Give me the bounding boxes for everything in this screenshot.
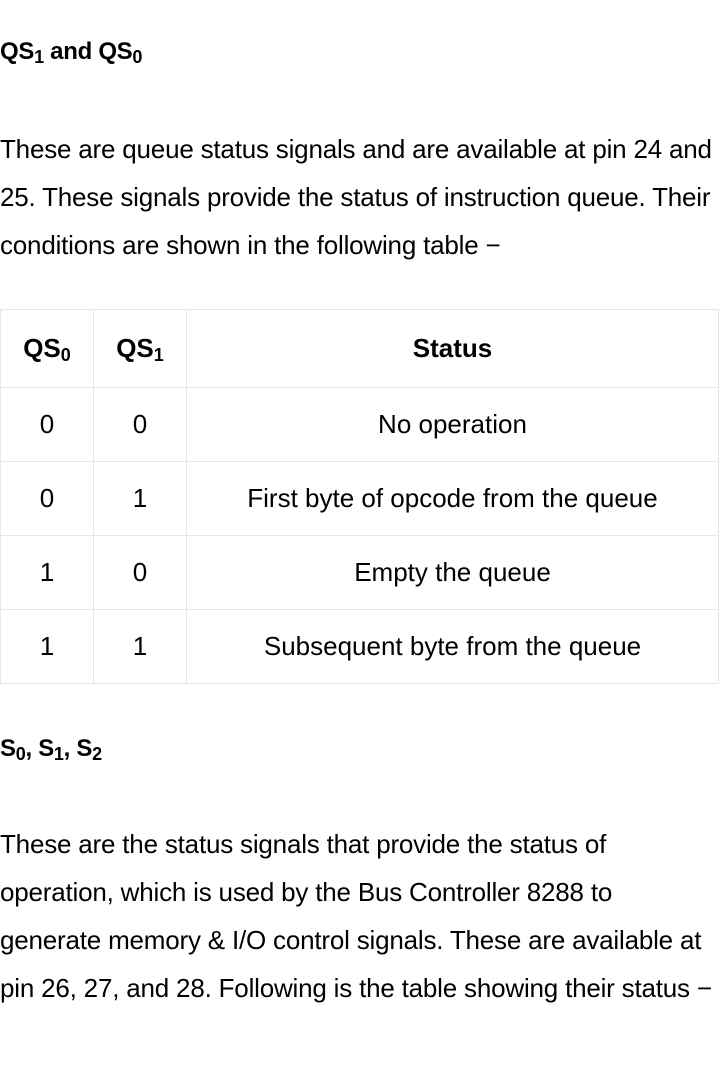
cell-status: Empty the queue <box>186 535 719 610</box>
table-header-row: QS0 QS1 Status <box>0 309 719 388</box>
heading-separator: , <box>25 735 39 762</box>
section-heading-qs: QS1 and QS0 <box>0 38 142 66</box>
cell-qs0: 0 <box>0 387 94 462</box>
cell-qs0: 1 <box>0 609 94 684</box>
heading-subscript: 0 <box>15 744 26 764</box>
heading-text: QS <box>0 38 35 65</box>
cell-qs0: 1 <box>0 535 94 610</box>
cell-qs1: 1 <box>93 461 187 536</box>
heading-subscript: 2 <box>92 744 102 764</box>
table-row: 0 0 No operation <box>0 387 719 462</box>
heading-text: and <box>43 38 99 65</box>
heading-subscript: 1 <box>53 744 64 764</box>
table-row: 0 1 First byte of opcode from the queue <box>0 461 719 536</box>
heading-text: QS <box>98 38 133 65</box>
heading-text: S <box>38 735 54 762</box>
section-heading-s: S0, S1, S2 <box>0 735 102 763</box>
heading-subscript: 1 <box>34 47 44 67</box>
cell-qs1: 0 <box>93 387 187 462</box>
cell-status: Subsequent byte from the queue <box>186 609 719 684</box>
header-qs0: QS0 <box>0 309 94 388</box>
queue-status-table: QS0 QS1 Status 0 0 No operation 0 1 Firs… <box>0 309 719 684</box>
heading-text: S <box>76 735 93 762</box>
status-signals-description: These are the status signals that provid… <box>0 829 712 1003</box>
cell-status: First byte of opcode from the queue <box>186 461 719 536</box>
cell-status: No operation <box>186 387 719 462</box>
table-row: 1 1 Subsequent byte from the queue <box>0 609 719 684</box>
header-qs1: QS1 <box>93 309 187 388</box>
table-row: 1 0 Empty the queue <box>0 535 719 610</box>
cell-qs1: 1 <box>93 609 187 684</box>
cell-qs1: 0 <box>93 535 187 610</box>
heading-text: S <box>0 735 16 762</box>
queue-status-description: These are queue status signals and are a… <box>0 134 712 260</box>
cell-qs0: 0 <box>0 461 94 536</box>
header-status: Status <box>186 309 719 388</box>
heading-subscript: 0 <box>132 47 143 67</box>
heading-separator: , <box>63 735 77 762</box>
